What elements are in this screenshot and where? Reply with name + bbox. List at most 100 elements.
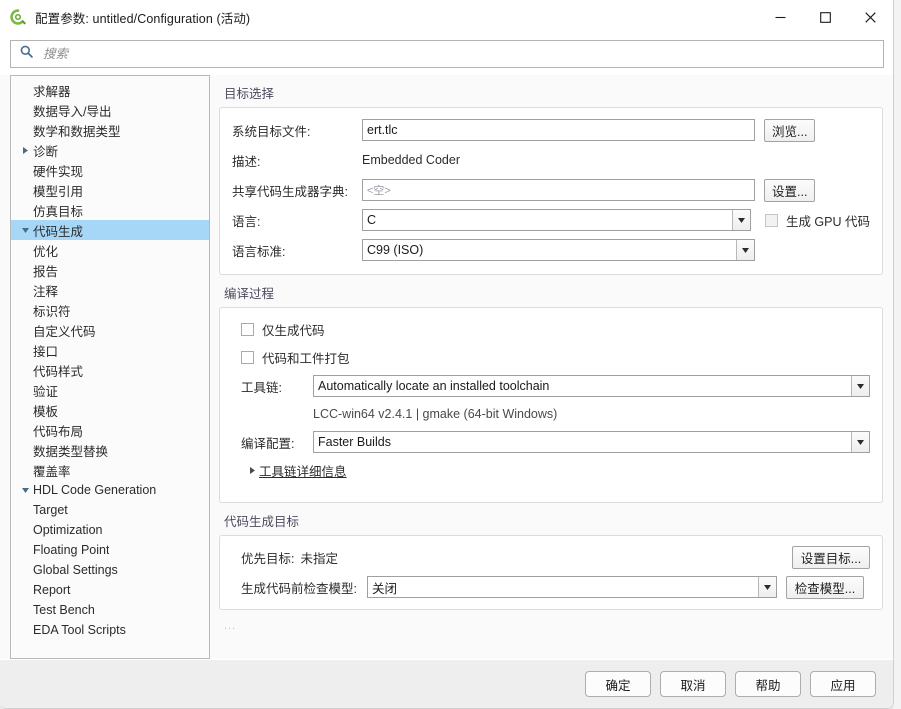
tree-item-12[interactable]: 自定义代码 [11, 320, 209, 340]
build-configuration-select[interactable]: Faster Builds [313, 431, 870, 453]
tree-item-label: 仿真目标 [33, 204, 84, 219]
tree-item-label: HDL Code Generation [33, 483, 157, 497]
toolchain-detail-text: LCC-win64 v2.4.1 | gmake (64-bit Windows… [313, 407, 558, 421]
dictionary-settings-button[interactable]: 设置... [764, 178, 816, 202]
generate-gpu-code-checkbox[interactable] [764, 213, 778, 227]
tree-item-18[interactable]: 数据类型替换 [11, 440, 209, 460]
tree-item-label: 代码样式 [33, 364, 84, 379]
tree-item-16[interactable]: 模板 [11, 400, 209, 420]
dialog-footer: 确定 取消 帮助 应用 [0, 659, 893, 708]
tree-item-26[interactable]: Test Bench [11, 600, 209, 620]
description-label: 描述: [232, 154, 261, 169]
toolchain-details-disclosure[interactable]: 工具链详细信息 [245, 460, 870, 480]
tree-item-15[interactable]: 验证 [11, 380, 209, 400]
set-objectives-button[interactable]: 设置目标... [792, 545, 870, 569]
apply-button[interactable]: 应用 [810, 671, 876, 697]
shared-coder-dictionary-input[interactable]: <空> [362, 179, 755, 201]
tree-item-5[interactable]: 模型引用 [11, 180, 209, 200]
tree-item-4[interactable]: 硬件实现 [11, 160, 209, 180]
language-standard-value: C99 (ISO) [367, 243, 424, 257]
tree-item-label: Target [33, 503, 68, 517]
generate-code-only-row: 仅生成代码 [241, 318, 870, 340]
tree-item-10[interactable]: 注释 [11, 280, 209, 300]
search-box[interactable] [10, 40, 884, 68]
tree-item-0[interactable]: 求解器 [11, 80, 209, 100]
chevron-down-icon [736, 240, 754, 260]
tree-item-label: 验证 [33, 384, 59, 399]
description-value: Embedded Coder [362, 153, 460, 167]
ok-button[interactable]: 确定 [585, 671, 651, 697]
toolchain-detail-row: LCC-win64 v2.4.1 | gmake (64-bit Windows… [241, 404, 870, 424]
tree-item-11[interactable]: 标识符 [11, 300, 209, 320]
tree-item-label: 数据导入/导出 [33, 104, 112, 119]
check-model-select[interactable]: 关闭 [367, 576, 777, 598]
tree-item-label: Global Settings [33, 563, 118, 577]
target-selection-panel: 系统目标文件: ert.tlc 浏览... 描述: Embedded Coder… [219, 107, 883, 275]
language-select[interactable]: C [362, 209, 751, 231]
minimize-icon[interactable] [758, 0, 803, 34]
tree-item-7[interactable]: 代码生成 [11, 220, 209, 240]
close-icon[interactable] [848, 0, 893, 34]
chevron-down-icon[interactable] [17, 227, 33, 233]
chevron-down-icon [758, 577, 776, 597]
system-target-file-input[interactable]: ert.tlc [362, 119, 755, 141]
tree-item-label: Floating Point [33, 543, 110, 557]
cancel-button[interactable]: 取消 [660, 671, 726, 697]
generate-code-only-checkbox[interactable] [241, 322, 254, 336]
tree-item-1[interactable]: 数据导入/导出 [11, 100, 209, 120]
dialog-body: 求解器数据导入/导出 数学和数据类型 诊断硬件实现模型引用仿真目标 代码生成 优化报告注… [0, 75, 893, 667]
tree-item-24[interactable]: Global Settings [11, 560, 209, 580]
chevron-right-icon[interactable] [17, 146, 33, 154]
language-standard-select[interactable]: C99 (ISO) [362, 239, 755, 261]
tree-item-6[interactable]: 仿真目标 [11, 200, 209, 220]
tree-item-20[interactable]: HDL Code Generation [11, 480, 209, 500]
tree-item-9[interactable]: 报告 [11, 260, 209, 280]
tree-item-8[interactable]: 优化 [11, 240, 209, 260]
overflow-ellipsis: ... [224, 620, 237, 632]
tree-item-label: 数据类型替换 [33, 444, 109, 459]
tree-item-17[interactable]: 代码布局 [11, 420, 209, 440]
settings-tree[interactable]: 求解器数据导入/导出 数学和数据类型 诊断硬件实现模型引用仿真目标 代码生成 优化报告注… [11, 76, 209, 640]
browse-button[interactable]: 浏览... [764, 118, 816, 142]
search-input[interactable] [41, 46, 876, 62]
window-title: 配置参数: untitled/Configuration (活动) [35, 11, 251, 26]
description-row: 描述: Embedded Coder [232, 148, 870, 172]
window-controls [758, 0, 893, 34]
tree-item-3[interactable]: 诊断 [11, 140, 209, 160]
search-icon [20, 45, 33, 63]
check-model-label: 生成代码前检查模型: [241, 581, 357, 596]
chevron-down-icon [851, 432, 869, 452]
tree-item-21[interactable]: Target [11, 500, 209, 520]
check-model-button[interactable]: 检查模型... [786, 575, 864, 599]
toolchain-value: Automatically locate an installed toolch… [318, 379, 550, 393]
tree-item-19[interactable]: 覆盖率 [11, 460, 209, 480]
tree-item-label: 模型引用 [33, 184, 84, 199]
tree-item-label: 硬件实现 [33, 164, 84, 179]
tree-item-label: 模板 [33, 404, 59, 419]
build-process-panel: 仅生成代码 代码和工件打包 工具链: Automatically locate … [219, 307, 883, 503]
tree-item-25[interactable]: Report [11, 580, 209, 600]
priority-objective-label: 优先目标: [241, 551, 295, 566]
tree-item-27[interactable]: EDA Tool Scripts [11, 620, 209, 640]
target-selection-section-title: 目标选择 [224, 87, 275, 101]
package-code-artifacts-checkbox[interactable] [241, 350, 254, 364]
tree-item-label: 覆盖率 [33, 464, 71, 479]
toolchain-select[interactable]: Automatically locate an installed toolch… [313, 375, 870, 397]
tree-item-label: 报告 [33, 264, 59, 279]
tree-item-2[interactable]: 数学和数据类型 [11, 120, 209, 140]
help-button[interactable]: 帮助 [735, 671, 801, 697]
tree-item-22[interactable]: Optimization [11, 520, 209, 540]
settings-tree-panel[interactable]: 求解器数据导入/导出 数学和数据类型 诊断硬件实现模型引用仿真目标 代码生成 优化报告注… [10, 75, 210, 659]
tree-item-13[interactable]: 接口 [11, 340, 209, 360]
maximize-icon[interactable] [803, 0, 848, 34]
build-process-section-title: 编译过程 [224, 287, 275, 301]
tree-item-14[interactable]: 代码样式 [11, 360, 209, 380]
toolchain-label: 工具链: [241, 380, 282, 395]
chevron-down-icon [851, 376, 869, 396]
tree-item-label: 求解器 [33, 84, 71, 99]
package-code-artifacts-row: 代码和工件打包 [241, 346, 870, 368]
generate-gpu-code-label: 生成 GPU 代码 [785, 214, 870, 229]
chevron-down-icon[interactable] [17, 487, 33, 493]
title-bar[interactable]: 配置参数: untitled/Configuration (活动) [0, 0, 893, 34]
tree-item-23[interactable]: Floating Point [11, 540, 209, 560]
